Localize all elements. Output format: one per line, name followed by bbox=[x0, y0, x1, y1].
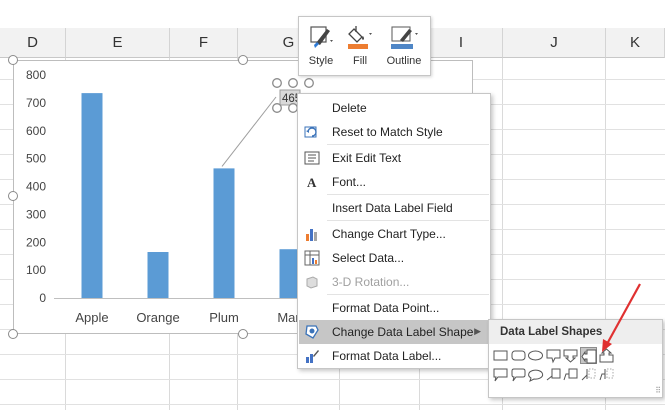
shape-callout-left-arrow-icon[interactable] bbox=[580, 347, 597, 364]
row-gridline bbox=[0, 404, 665, 405]
shape-callout-line-icon[interactable] bbox=[545, 366, 562, 383]
menu-item-label: 3-D Rotation... bbox=[332, 275, 410, 289]
fill-button-label: Fill bbox=[352, 55, 368, 67]
menu-item-label: Font... bbox=[332, 175, 367, 189]
outline-button[interactable]: Outline bbox=[379, 17, 429, 75]
shape-callout-rect-tail-icon[interactable] bbox=[492, 366, 509, 383]
outline-button-label: Outline bbox=[386, 55, 422, 67]
menu-item-label: Insert Data Label Field bbox=[332, 201, 453, 215]
data-label-leader-line bbox=[221, 96, 277, 167]
menu-item-select-data[interactable]: Select Data... bbox=[299, 246, 489, 270]
x-tick-label: Plum bbox=[209, 310, 239, 325]
column-header-e[interactable]: E bbox=[66, 28, 170, 58]
menu-item-label: Format Data Point... bbox=[332, 301, 440, 315]
shape-icon bbox=[304, 324, 320, 340]
x-tick-label: Orange bbox=[136, 310, 179, 325]
rotation-3d-icon bbox=[304, 274, 320, 290]
menu-item-insert-data-label-field[interactable]: Insert Data Label Field bbox=[299, 196, 489, 220]
column-header-k[interactable]: K bbox=[606, 28, 665, 58]
y-tick-label: 500 bbox=[26, 152, 46, 166]
menu-separator bbox=[327, 144, 489, 145]
paint-bucket-icon bbox=[346, 23, 374, 54]
menu-item-reset-to-match-style[interactable]: Reset to Match Style bbox=[299, 120, 489, 144]
menu-item-label: Exit Edit Text bbox=[332, 151, 402, 165]
submenu-title: Data Label Shapes bbox=[489, 320, 662, 344]
menu-item-label: Reset to Match Style bbox=[332, 125, 443, 139]
data-label-shapes-submenu: Data Label Shapes ⠿ bbox=[488, 319, 663, 398]
font-icon: A bbox=[304, 174, 320, 190]
mini-toolbar: Style Fill Outline bbox=[298, 16, 431, 76]
menu-separator bbox=[327, 194, 489, 195]
menu-separator bbox=[327, 294, 489, 295]
label-resize-handle[interactable] bbox=[304, 78, 314, 88]
text-box-icon bbox=[304, 150, 320, 166]
menu-item-label: Format Data Label... bbox=[332, 349, 442, 363]
menu-item-label: Select Data... bbox=[332, 251, 405, 265]
column-header-f[interactable]: F bbox=[170, 28, 238, 58]
svg-text:A: A bbox=[307, 175, 317, 190]
menu-item-change-data-label-shape[interactable]: Change Data Label Shape ▶ bbox=[299, 320, 489, 344]
chart-resize-handle[interactable] bbox=[238, 55, 248, 65]
menu-item-3-d-rotation: 3-D Rotation... bbox=[299, 270, 489, 294]
context-menu: Delete Reset to Match Style Exit Edit Text… bbox=[297, 93, 491, 369]
bar-orange[interactable] bbox=[147, 252, 169, 298]
menu-item-change-chart-type[interactable]: Change Chart Type... bbox=[299, 222, 489, 246]
shape-callout-up-arrow-icon[interactable] bbox=[598, 347, 615, 364]
menu-separator bbox=[327, 220, 489, 221]
bar-plum[interactable] bbox=[213, 168, 235, 298]
reset-style-icon bbox=[304, 124, 320, 140]
y-tick-label: 100 bbox=[26, 263, 46, 277]
menu-item-label: Change Chart Type... bbox=[332, 227, 446, 241]
shape-callout-oval-tail-icon[interactable] bbox=[527, 366, 544, 383]
label-resize-handle[interactable] bbox=[288, 103, 298, 113]
fill-button[interactable]: Fill bbox=[343, 17, 377, 75]
menu-item-label: Change Data Label Shape bbox=[332, 325, 474, 339]
y-tick-label: 700 bbox=[26, 96, 46, 110]
menu-item-font[interactable]: A Font... bbox=[299, 170, 489, 194]
label-resize-handle[interactable] bbox=[272, 103, 282, 113]
column-header-d[interactable]: D bbox=[0, 28, 66, 58]
y-tick-label: 400 bbox=[26, 180, 46, 194]
shape-rounded-rectangle-icon[interactable] bbox=[510, 347, 527, 364]
menu-item-format-data-point[interactable]: Format Data Point... bbox=[299, 296, 489, 320]
menu-item-delete[interactable]: Delete bbox=[299, 96, 489, 120]
chart-resize-handle[interactable] bbox=[8, 329, 18, 339]
menu-item-label: Delete bbox=[332, 101, 367, 115]
shape-callout-line-3-icon[interactable] bbox=[580, 366, 597, 383]
shape-oval-icon[interactable] bbox=[527, 347, 544, 364]
shape-rectangle-icon[interactable] bbox=[492, 347, 509, 364]
format-label-icon bbox=[304, 348, 320, 364]
x-tick-label: Apple bbox=[75, 310, 108, 325]
chart-resize-handle[interactable] bbox=[8, 55, 18, 65]
chart-resize-handle[interactable] bbox=[238, 329, 248, 339]
menu-item-exit-edit-text[interactable]: Exit Edit Text bbox=[299, 146, 489, 170]
column-header-j[interactable]: J bbox=[503, 28, 606, 58]
menu-item-format-data-label[interactable]: Format Data Label... bbox=[299, 344, 489, 368]
resize-grip-icon[interactable]: ⠿ bbox=[655, 386, 661, 395]
label-resize-handle[interactable] bbox=[288, 78, 298, 88]
style-button-label: Style bbox=[308, 55, 334, 67]
y-tick-label: 800 bbox=[26, 68, 46, 82]
shape-callout-down-arrow-icon[interactable] bbox=[562, 347, 579, 364]
y-tick-label: 300 bbox=[26, 207, 46, 221]
chart-resize-handle[interactable] bbox=[8, 191, 18, 201]
style-button[interactable]: Style bbox=[301, 17, 341, 75]
shape-callout-rounded-tail-icon[interactable] bbox=[510, 366, 527, 383]
bar-apple[interactable] bbox=[81, 93, 103, 299]
select-data-icon bbox=[304, 250, 320, 266]
chart-type-icon bbox=[304, 226, 320, 242]
pen-outline-icon bbox=[389, 23, 419, 54]
column-header-i[interactable]: I bbox=[420, 28, 503, 58]
shape-callout-rectangle-icon[interactable] bbox=[545, 347, 562, 364]
brush-icon bbox=[307, 23, 335, 54]
label-resize-handle[interactable] bbox=[272, 78, 282, 88]
shape-callout-line-2-icon[interactable] bbox=[562, 366, 579, 383]
y-tick-label: 0 bbox=[39, 291, 46, 305]
y-tick-label: 600 bbox=[26, 124, 46, 138]
submenu-arrow-icon: ▶ bbox=[474, 326, 481, 336]
shape-callout-line-4-icon[interactable] bbox=[598, 366, 615, 383]
y-tick-label: 200 bbox=[26, 235, 46, 249]
